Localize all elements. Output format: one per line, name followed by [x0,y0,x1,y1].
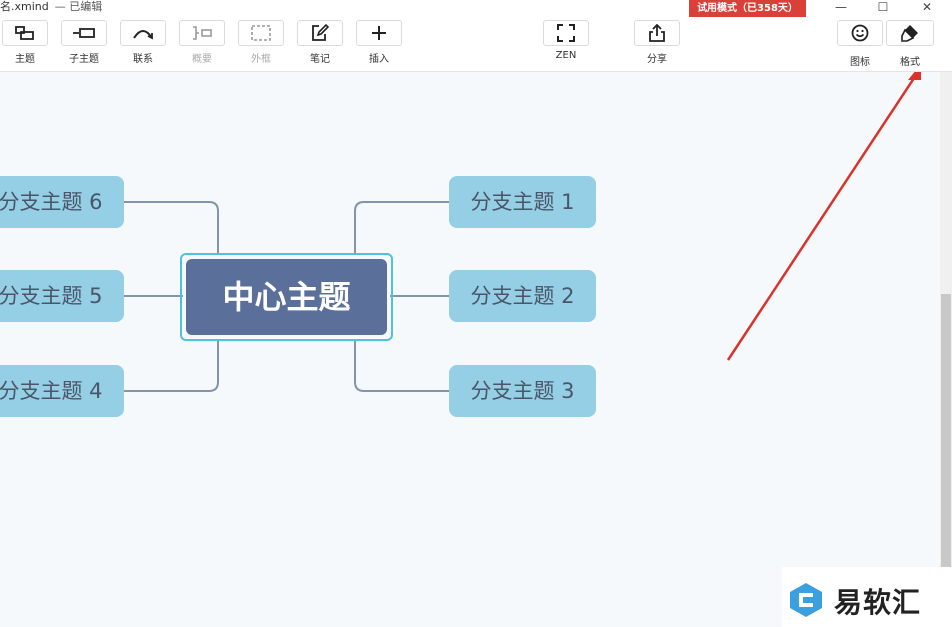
topic-button-box[interactable] [2,20,48,46]
connector-right-3 [354,341,449,392]
close-button[interactable]: ✕ [912,0,942,14]
file-name: 名.xmind [0,0,49,13]
zen-button-box[interactable] [543,20,589,46]
summary-icon [193,26,212,40]
brush-icon [901,25,918,42]
branch-topic-5[interactable]: 分支主题 5 [0,270,124,322]
connector-lines [124,72,921,392]
relationship-icon [133,30,153,40]
scrollbar-thumb[interactable] [941,294,951,574]
note-button-box[interactable] [297,20,343,46]
title-toolbar: 名.xmind — 已编辑 试用模式（已358天） — ☐ ✕ 主题 子主题 联系 [0,0,952,72]
note-icon [312,24,329,41]
subtopic-button-box[interactable] [61,20,107,46]
format-label: 格式 [900,57,920,68]
vertical-scrollbar[interactable] [940,72,952,627]
share-icon [649,24,665,42]
connector-left-6 [124,201,219,253]
format-button[interactable]: 格式 [886,18,934,70]
window-title: 名.xmind — 已编辑 [0,0,102,14]
zen-label: ZEN [555,50,577,61]
connector-right-1 [354,201,449,253]
insert-button[interactable]: 插入 [356,18,402,70]
watermark: 易软汇 [782,567,952,627]
app-window: 名.xmind — 已编辑 试用模式（已358天） — ☐ ✕ 主题 子主题 联系 [0,0,952,627]
subtopic-label: 子主题 [69,54,99,65]
zen-button[interactable]: ZEN [543,18,589,70]
mindmap-canvas[interactable]: 分支主题 1 分支主题 2 分支主题 3 分支主题 6 分支主题 5 分支主题 … [0,72,940,627]
smiley-icon [851,24,869,42]
relationship-button[interactable]: 联系 [120,18,166,70]
central-topic-selection[interactable]: 中心主题 [180,253,393,341]
note-button[interactable]: 笔记 [297,18,343,70]
format-button-box[interactable] [886,20,934,46]
relationship-label: 联系 [133,54,153,65]
summary-label: 概要 [192,54,212,65]
topic-icon [15,26,34,40]
central-topic[interactable]: 中心主题 [186,259,387,335]
topic-button[interactable]: 主题 [2,18,48,70]
maximize-button[interactable]: ☐ [868,0,898,14]
connector-left-4 [124,341,219,392]
annotation-arrow [726,72,921,361]
summary-button[interactable]: 概要 [179,18,225,70]
insert-button-box[interactable] [356,20,402,46]
boundary-button-box[interactable] [238,20,284,46]
relationship-button-box[interactable] [120,20,166,46]
insert-label: 插入 [369,54,389,65]
summary-button-box[interactable] [179,20,225,46]
branch-topic-2[interactable]: 分支主题 2 [449,270,596,322]
watermark-text: 易软汇 [834,586,922,619]
minimize-button[interactable]: — [826,0,856,14]
boundary-icon [251,25,271,41]
plus-icon [372,26,386,40]
branch-topic-1[interactable]: 分支主题 1 [449,176,596,228]
topic-label: 主题 [15,54,35,65]
boundary-label: 外框 [251,54,271,65]
note-label: 笔记 [310,54,330,65]
subtopic-button[interactable]: 子主题 [61,18,107,70]
branch-topic-4[interactable]: 分支主题 4 [0,365,124,417]
watermark-logo-icon [790,583,822,617]
share-button-box[interactable] [634,20,680,46]
share-label: 分享 [647,54,667,65]
edit-status: — 已编辑 [54,0,103,13]
share-button[interactable]: 分享 [634,18,680,70]
subtopic-icon [73,28,95,38]
trial-badge[interactable]: 试用模式（已358天） [689,0,806,17]
branch-topic-3[interactable]: 分支主题 3 [449,365,596,417]
fullscreen-icon [557,24,575,42]
branch-topic-6[interactable]: 分支主题 6 [0,176,124,228]
boundary-button[interactable]: 外框 [238,18,284,70]
icon-panel-button-box[interactable] [837,20,883,46]
